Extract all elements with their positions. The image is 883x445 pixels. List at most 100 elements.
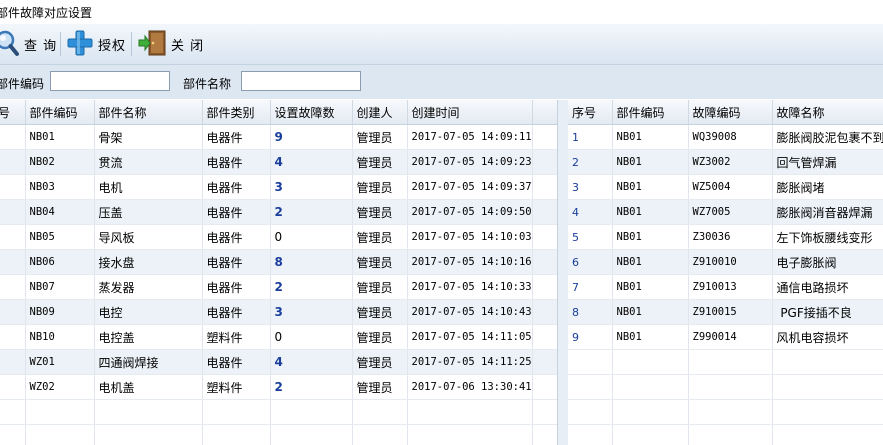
col-header-index[interactable]: 号 [0,100,26,125]
col-header-part-code[interactable]: 部件编码 [25,100,95,125]
table-row[interactable]: 5 NB01 Z30036 左下饰板腰线变形 [568,224,883,250]
part-code-cell: WZ01 [25,349,95,375]
creator-cell: 管理员 [352,124,408,150]
part-name-cell: 四通阀焊接 [94,349,203,375]
parts-table: 号 部件编码 部件名称 部件类别 设置故障数 创建人 创建时间 NB01 骨架 … [0,100,557,445]
col-header-fault-count[interactable]: 设置故障数 [270,100,353,125]
creator-cell: 管理员 [352,199,408,225]
col-header-fault-code[interactable]: 故障编码 [688,100,773,125]
empty-row [568,399,883,425]
col-header-part-code[interactable]: 部件编码 [612,100,689,125]
table-row[interactable]: 8 NB01 Z910015 PGF接插不良 [568,299,883,325]
fault-count-cell: 8 [270,249,353,275]
part-code-cell: NB01 [612,199,689,225]
col-header-fault-name[interactable]: 故障名称 [772,100,883,125]
table-row[interactable]: NB06 接水盘 电器件 8 管理员 2017-07-05 14:10:16 [0,249,557,275]
table-row[interactable]: NB01 骨架 电器件 9 管理员 2017-07-05 14:09:11 [0,124,557,150]
fault-code-cell: WZ5004 [688,174,773,200]
empty-row [568,424,883,445]
table-row[interactable]: 6 NB01 Z910010 电子膨胀阀 [568,249,883,275]
part-name-cell: 压盖 [94,199,203,225]
empty-row [0,424,557,445]
fault-code-cell: Z910013 [688,274,773,300]
part-code-cell: NB01 [612,174,689,200]
parts-grid: 号 部件编码 部件名称 部件类别 设置故障数 创建人 创建时间 NB01 骨架 … [0,100,557,445]
close-button[interactable]: 关 闭 [137,29,204,59]
filler-cell [532,249,557,275]
search-bar: 部件编码 部件名称 [0,65,883,99]
table-row[interactable]: WZ02 电机盖 塑料件 2 管理员 2017-07-06 13:30:41 [0,374,557,400]
table-row[interactable]: 2 NB01 WZ3002 回气管焊漏 [568,149,883,175]
part-code-cell: NB05 [25,224,95,250]
toolbar-separator [131,32,132,56]
authorize-button[interactable]: 授权 [66,29,126,59]
col-header-part-name[interactable]: 部件名称 [94,100,203,125]
faults-table: 序号 部件编码 故障编码 故障名称 1 NB01 WQ39008 膨胀阀胶泥包裹… [568,100,883,445]
category-cell: 电器件 [202,349,271,375]
table-row[interactable]: NB09 电控 电器件 3 管理员 2017-07-05 14:10:43 [0,299,557,325]
table-row[interactable]: NB07 蒸发器 电器件 2 管理员 2017-07-05 14:10:33 [0,274,557,300]
row-index [0,299,26,325]
part-code-cell: NB06 [25,249,95,275]
toolbar-separator [60,32,61,56]
parts-header-row: 号 部件编码 部件名称 部件类别 设置故障数 创建人 创建时间 [0,100,557,125]
col-header-creator[interactable]: 创建人 [352,100,408,125]
part-name-cell: 电控 [94,299,203,325]
filler-cell [532,349,557,375]
table-row[interactable]: NB04 压盖 电器件 2 管理员 2017-07-05 14:09:50 [0,199,557,225]
part-code-cell: NB01 [612,249,689,275]
plus-icon [66,29,94,60]
fault-count-cell: 0 [270,324,353,350]
seq-cell: 1 [568,124,613,150]
part-code-cell: NB04 [25,199,95,225]
filler-cell [532,224,557,250]
search-icon [0,29,20,60]
row-index [0,149,26,175]
row-index [0,374,26,400]
category-cell: 电器件 [202,274,271,300]
category-cell: 电器件 [202,224,271,250]
created-time-cell: 2017-07-05 14:09:23 [407,149,533,175]
table-row[interactable]: 3 NB01 WZ5004 膨胀阀堵 [568,174,883,200]
part-code-cell: NB01 [612,124,689,150]
faults-header-row: 序号 部件编码 故障编码 故障名称 [568,100,883,125]
part-code-input[interactable] [50,71,170,91]
category-cell: 电器件 [202,249,271,275]
category-cell: 电器件 [202,124,271,150]
created-time-cell: 2017-07-05 14:11:05 [407,324,533,350]
fault-name-cell: 左下饰板腰线变形 [772,224,883,250]
table-row[interactable]: 9 NB01 Z990014 风机电容损坏 [568,324,883,350]
table-row[interactable]: WZ01 四通阀焊接 电器件 4 管理员 2017-07-05 14:11:25 [0,349,557,375]
part-name-cell: 电机 [94,174,203,200]
filler-cell [532,174,557,200]
query-button[interactable]: 查 询 [0,29,57,59]
fault-count-cell: 3 [270,174,353,200]
table-row[interactable]: NB02 贯流 电器件 4 管理员 2017-07-05 14:09:23 [0,149,557,175]
part-code-cell: NB09 [25,299,95,325]
col-header-category[interactable]: 部件类别 [202,100,271,125]
fault-name-cell: 风机电容损坏 [772,324,883,350]
part-code-cell: NB01 [612,299,689,325]
part-name-cell: 接水盘 [94,249,203,275]
filler-cell [532,149,557,175]
table-row[interactable]: NB10 电控盖 塑料件 0 管理员 2017-07-05 14:11:05 [0,324,557,350]
table-row[interactable]: NB03 电机 电器件 3 管理员 2017-07-05 14:09:37 [0,174,557,200]
table-row[interactable]: 7 NB01 Z910013 通信电路损坏 [568,274,883,300]
table-row[interactable]: NB05 导风板 电器件 0 管理员 2017-07-05 14:10:03 [0,224,557,250]
col-header-seq[interactable]: 序号 [568,100,613,125]
seq-cell: 6 [568,249,613,275]
part-name-input[interactable] [241,71,361,91]
seq-cell: 7 [568,274,613,300]
toolbar: 查 询 授权 关 闭 [0,24,883,65]
category-cell: 电器件 [202,174,271,200]
row-index [0,324,26,350]
fault-name-cell: 回气管焊漏 [772,149,883,175]
table-row[interactable]: 4 NB01 WZ7005 膨胀阀消音器焊漏 [568,199,883,225]
fault-count-cell: 2 [270,374,353,400]
part-code-cell: NB07 [25,274,95,300]
close-label: 关 闭 [171,38,205,54]
col-header-created-time[interactable]: 创建时间 [407,100,533,125]
category-cell: 塑料件 [202,324,271,350]
part-code-label: 部件编码 [0,77,45,91]
table-row[interactable]: 1 NB01 WQ39008 膨胀阀胶泥包裹不到 [568,124,883,150]
